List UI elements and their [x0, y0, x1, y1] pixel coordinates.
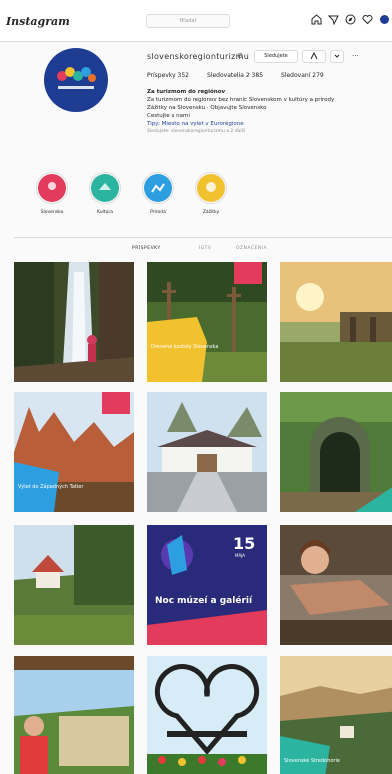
post-thumbnail[interactable] [280, 392, 392, 512]
highlight-label: Príroda [150, 210, 166, 215]
bio-name: Za turizmom do regiónov [147, 89, 226, 95]
search-input[interactable]: Hľadať [146, 14, 230, 28]
tab-igtv[interactable]: IGTV [199, 246, 211, 251]
following-count[interactable]: Sledovaní 279 [281, 72, 324, 79]
more-options-icon[interactable]: ··· [352, 52, 359, 60]
post-thumbnail[interactable]: 15 MÁJA Noc múzeí a galérií [147, 525, 267, 645]
highlight-circle [142, 172, 174, 204]
message-button[interactable] [302, 50, 326, 63]
story-highlight[interactable]: Slovensko [22, 172, 82, 215]
story-highlight[interactable]: Kultúra [75, 172, 135, 215]
profile-stats: Príspevky 352 Sledovatelia 2 385 Sledova… [147, 72, 324, 79]
highlight-circle [36, 172, 68, 204]
highlight-circle [89, 172, 121, 204]
followed-by-note[interactable]: Sledujete: slovenskoregionturizmu a 2 ďa… [147, 128, 377, 136]
tab-posts[interactable]: PRÍSPEVKY [132, 246, 161, 251]
post-thumbnail[interactable] [14, 262, 134, 382]
profile-tab-bar: PRÍSPEVKY IGTV OZNAČENIA [14, 237, 392, 251]
suggestions-chevron-button[interactable] [330, 50, 344, 63]
bio-link[interactable]: Tipy: Miesto na vylet v Eurorégione [147, 120, 377, 128]
highlight-circle [195, 172, 227, 204]
post-thumbnail[interactable]: Výlet do Západných Tatier [14, 392, 134, 512]
event-day: 15 [233, 534, 255, 553]
bio-line: Cestujte s nami [147, 113, 190, 119]
post-caption: Slovenské Stredohorie [284, 757, 340, 764]
post-caption: Výlet do Západných Tatier [18, 483, 84, 490]
direct-message-icon[interactable] [327, 14, 339, 26]
posts-count: Príspevky 352 [147, 72, 189, 79]
post-thumbnail[interactable]: Drevené kostoly Slovenska [147, 262, 267, 382]
highlight-label: Slovensko [40, 210, 64, 215]
tab-tagged[interactable]: OZNAČENIA [236, 246, 267, 251]
post-caption: Drevené kostoly Slovenska [151, 343, 218, 350]
settings-icon[interactable]: ⚙ [237, 52, 243, 60]
post-thumbnail[interactable] [280, 262, 392, 382]
top-navigation-bar: Instagram Hľadať [0, 0, 392, 42]
profile-avatar-icon[interactable] [379, 14, 390, 25]
profile-bio: Za turizmom do regiónov Za turizmom do r… [147, 88, 377, 136]
story-highlight[interactable]: Zážitky [181, 172, 241, 215]
post-thumbnail[interactable]: Slovenské Stredohorie [280, 656, 392, 774]
profile-avatar[interactable] [44, 48, 108, 112]
profile-username: slovenskoregionturizmu [147, 52, 250, 61]
post-thumbnail[interactable] [147, 392, 267, 512]
heart-icon[interactable] [362, 14, 373, 25]
explore-icon[interactable] [345, 14, 356, 25]
post-thumbnail[interactable] [147, 656, 267, 774]
event-month: MÁJA [235, 553, 245, 558]
home-icon[interactable] [311, 14, 322, 25]
bio-line: Zážitky na Slovensku · Objavujte Slovens… [147, 105, 267, 111]
post-thumbnail[interactable] [14, 656, 134, 774]
post-caption: Noc múzeí a galérií [155, 595, 253, 606]
story-highlight[interactable]: Príroda [128, 172, 188, 215]
post-thumbnail[interactable] [280, 525, 392, 645]
instagram-logo[interactable]: Instagram [6, 15, 70, 28]
followers-count[interactable]: Sledovatelia 2 385 [207, 72, 263, 79]
highlight-label: Zážitky [202, 210, 220, 215]
nav-icons [311, 14, 390, 26]
post-thumbnail[interactable] [14, 525, 134, 645]
bio-line: Za turizmom do regiónov bez hraníc Slove… [147, 97, 335, 103]
highlight-label: Kultúra [96, 210, 114, 215]
following-button[interactable]: Sledujete [254, 50, 298, 63]
